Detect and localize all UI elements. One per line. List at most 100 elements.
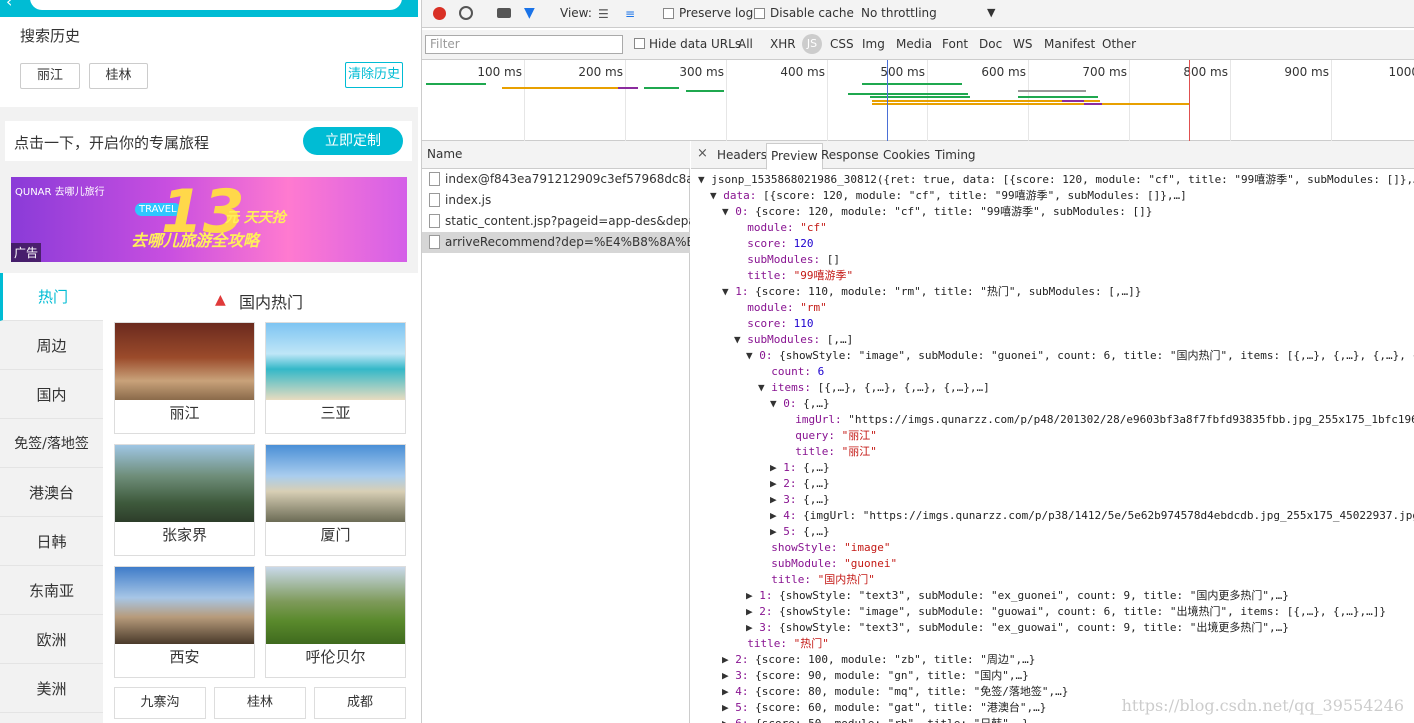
json-tree-node[interactable]: ▶ 2: {showStyle: "image", subModule: "gu… (746, 604, 1386, 620)
destination-chip[interactable]: 桂林 (214, 687, 306, 719)
type-filter-font[interactable]: Font (942, 37, 968, 51)
expanded-arrow-icon[interactable]: ▼ (770, 397, 783, 410)
destination-card[interactable]: 三亚 (265, 322, 406, 434)
sidebar-item-europe[interactable]: 欧洲 (0, 616, 103, 664)
camera-icon[interactable] (497, 8, 511, 18)
tab-headers[interactable]: Headers (717, 148, 767, 162)
clear-history-button[interactable]: 清除历史 (345, 62, 403, 88)
sidebar-item-hot[interactable]: 热门 (0, 273, 103, 321)
type-filter-img[interactable]: Img (862, 37, 885, 51)
sidebar-item-nearby[interactable]: 周边 (0, 322, 103, 370)
type-filter-doc[interactable]: Doc (979, 37, 1002, 51)
sidebar-item-domestic[interactable]: 国内 (0, 371, 103, 419)
collapsed-arrow-icon[interactable]: ▶ (770, 509, 783, 522)
json-tree-node[interactable]: ▶ 2: {,…} (770, 476, 830, 492)
json-tree-node[interactable]: ▼ 1: {score: 110, module: "rm", title: "… (722, 284, 1141, 300)
json-tree-node[interactable]: ▼ 0: {,…} (770, 396, 830, 412)
destination-card[interactable]: 张家界 (114, 444, 255, 556)
list-view-icon[interactable]: ☰ (598, 7, 609, 21)
type-filter-css[interactable]: CSS (830, 37, 854, 51)
expanded-arrow-icon[interactable]: ▼ (746, 349, 759, 362)
collapsed-arrow-icon[interactable]: ▶ (722, 669, 735, 682)
json-tree-node[interactable]: ▼ data: [{score: 120, module: "cf", titl… (710, 188, 1187, 204)
hide-data-urls-checkbox[interactable] (634, 38, 645, 49)
filter-input[interactable]: Filter (425, 35, 623, 54)
request-row[interactable]: static_content.jsp?pageid=app-des&depart… (422, 211, 690, 232)
json-tree-node[interactable]: ▶ 1: {,…} (770, 460, 830, 476)
throttling-select[interactable]: No throttling (861, 6, 937, 20)
sidebar-item-hk-macao-tw[interactable]: 港澳台 (0, 469, 103, 517)
destination-card[interactable]: 丽江 (114, 322, 255, 434)
json-tree-node[interactable]: ▶ 4: {imgUrl: "https://imgs.qunarzz.com/… (770, 508, 1414, 524)
destination-card[interactable]: 呼伦贝尔 (265, 566, 406, 678)
collapsed-arrow-icon[interactable]: ▶ (722, 717, 735, 723)
json-tree-node[interactable]: ▼ subModules: [,…] (734, 332, 853, 348)
tab-timing[interactable]: Timing (935, 148, 976, 162)
close-icon[interactable]: × (697, 146, 708, 161)
destination-card[interactable]: 厦门 (265, 444, 406, 556)
destination-card[interactable]: 西安 (114, 566, 255, 678)
filter-icon[interactable]: ▼ (524, 5, 535, 21)
collapsed-arrow-icon[interactable]: ▶ (770, 525, 783, 538)
preserve-log-checkbox[interactable] (663, 8, 674, 19)
expanded-arrow-icon[interactable]: ▼ (710, 189, 723, 202)
json-tree-node[interactable]: ▼ items: [{,…}, {,…}, {,…}, {,…},…] (758, 380, 990, 396)
destination-chip[interactable]: 成都 (314, 687, 406, 719)
history-tag[interactable]: 丽江 (20, 63, 80, 89)
type-filter-all[interactable]: All (738, 37, 753, 51)
json-tree-node[interactable]: ▶ 2: {score: 100, module: "zb", title: "… (722, 652, 1035, 668)
record-icon[interactable] (433, 7, 446, 20)
sidebar-item-japan-korea[interactable]: 日韩 (0, 518, 103, 566)
type-filter-js[interactable]: JS (802, 34, 822, 54)
type-filter-other[interactable]: Other (1102, 37, 1136, 51)
collapsed-arrow-icon[interactable]: ▶ (746, 605, 759, 618)
json-tree-node[interactable]: ▶ 5: {,…} (770, 524, 830, 540)
json-tree-node[interactable]: ▶ 3: {showStyle: "text3", subModule: "ex… (746, 620, 1289, 636)
sidebar-item-se-asia[interactable]: 东南亚 (0, 567, 103, 615)
collapsed-arrow-icon[interactable]: ▶ (770, 477, 783, 490)
json-tree-node[interactable]: ▼ 0: {showStyle: "image", subModule: "gu… (746, 348, 1414, 364)
sidebar-item-americas[interactable]: 美洲 (0, 665, 103, 713)
json-tree-node[interactable]: ▶ 1: {showStyle: "text3", subModule: "ex… (746, 588, 1289, 604)
request-row[interactable]: index@f843ea791212909c3ef57968dc8a319... (422, 169, 690, 190)
history-tag[interactable]: 桂林 (89, 63, 148, 89)
json-tree-node[interactable]: ▶ 4: {score: 80, module: "mq", title: "免… (722, 684, 1068, 700)
json-tree-node[interactable]: ▶ 3: {,…} (770, 492, 830, 508)
collapsed-arrow-icon[interactable]: ▶ (746, 589, 759, 602)
waterfall-view-icon[interactable]: ≡ (625, 7, 635, 21)
ad-banner[interactable]: QUNAR 去哪儿旅行 TRAVEL 13 元 天天抢 去哪儿旅游全攻略 广告 (11, 177, 407, 262)
back-arrow-icon[interactable]: ‹ (6, 0, 22, 10)
name-column-header[interactable]: Name (422, 141, 690, 169)
tab-response[interactable]: Response (821, 148, 879, 162)
collapsed-arrow-icon[interactable]: ▶ (722, 701, 735, 714)
collapsed-arrow-icon[interactable]: ▶ (722, 653, 735, 666)
type-filter-ws[interactable]: WS (1013, 37, 1032, 51)
collapsed-arrow-icon[interactable]: ▶ (770, 493, 783, 506)
collapsed-arrow-icon[interactable]: ▶ (722, 685, 735, 698)
expanded-arrow-icon[interactable]: ▼ (722, 205, 735, 218)
sidebar-item-visa-free[interactable]: 免签/落地签 (0, 420, 103, 468)
json-tree-node[interactable]: ▼ jsonp_1535868021986_30812({ret: true, … (698, 172, 1414, 188)
expanded-arrow-icon[interactable]: ▼ (698, 173, 711, 186)
chevron-down-icon[interactable]: ▼ (987, 6, 995, 19)
expanded-arrow-icon[interactable]: ▼ (734, 333, 747, 346)
tab-cookies[interactable]: Cookies (883, 148, 930, 162)
tab-preview[interactable]: Preview (766, 143, 823, 170)
clear-icon[interactable] (459, 6, 473, 20)
json-tree-node[interactable]: ▶ 5: {score: 60, module: "gat", title: "… (722, 700, 1046, 716)
request-row-selected[interactable]: arriveRecommend?dep=%E4%B8%8A%E6%... (422, 232, 690, 253)
expanded-arrow-icon[interactable]: ▼ (722, 285, 735, 298)
type-filter-xhr[interactable]: XHR (770, 37, 796, 51)
search-input[interactable] (30, 0, 402, 10)
json-tree-node[interactable]: ▼ 0: {score: 120, module: "cf", title: "… (722, 204, 1152, 220)
request-row[interactable]: index.js (422, 190, 690, 211)
disable-cache-checkbox[interactable] (754, 8, 765, 19)
type-filter-manifest[interactable]: Manifest (1044, 37, 1095, 51)
custom-trip-button[interactable]: 立即定制 (303, 127, 403, 155)
expanded-arrow-icon[interactable]: ▼ (758, 381, 771, 394)
type-filter-media[interactable]: Media (896, 37, 932, 51)
timeline-overview[interactable]: 100 ms 200 ms 300 ms 400 ms 500 ms 600 m… (422, 60, 1414, 141)
collapsed-arrow-icon[interactable]: ▶ (770, 461, 783, 474)
destination-chip[interactable]: 九寨沟 (114, 687, 206, 719)
json-tree-node[interactable]: ▶ 3: {score: 90, module: "gn", title: "国… (722, 668, 1029, 684)
